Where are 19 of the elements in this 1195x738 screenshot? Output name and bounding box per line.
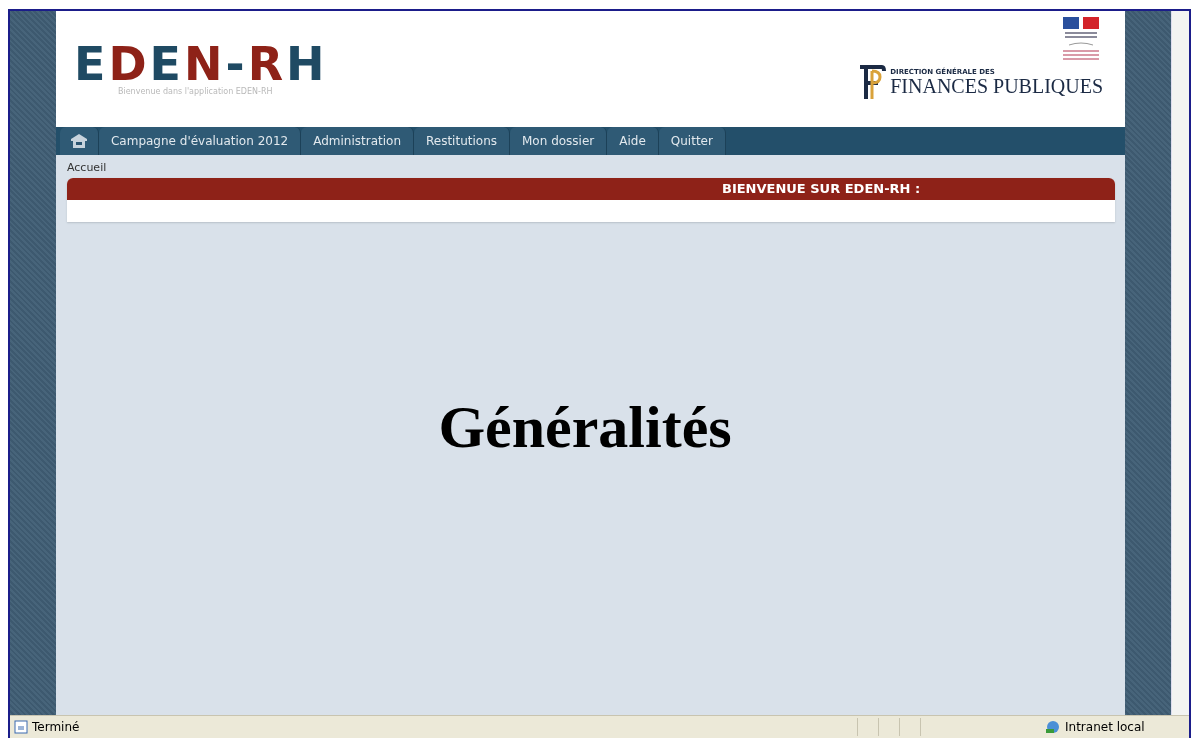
status-text: Terminé [32,720,81,734]
nav-tab[interactable]: Administration [301,127,414,155]
tagline: Bienvenue dans l'application EDEN-RH [117,87,274,96]
nav-tab[interactable]: Restitutions [414,127,510,155]
home-icon[interactable] [59,127,99,155]
nav-tab[interactable]: Quitter [658,127,726,155]
flag-emblem-icon [1061,17,1102,61]
breadcrumb[interactable]: Accueil [66,161,107,174]
agency-name: FINANCES PUBLIQUES [890,76,1104,96]
welcome-banner: BIENVENUE SUR EDEN-RH : [66,178,1116,200]
overlay-title: Généralités [438,393,732,462]
nav-tab[interactable]: Mon dossier [510,127,608,155]
network-icon [1045,720,1061,734]
zone-text: Intranet local [1065,720,1146,734]
app-logo: EDEN-RH [73,41,328,87]
scrollbar[interactable] [1171,11,1189,715]
page-icon [14,720,28,734]
nav-tab[interactable]: Aide [607,127,659,155]
nav-tab[interactable]: Campagne d'évaluation 2012 [98,127,302,155]
